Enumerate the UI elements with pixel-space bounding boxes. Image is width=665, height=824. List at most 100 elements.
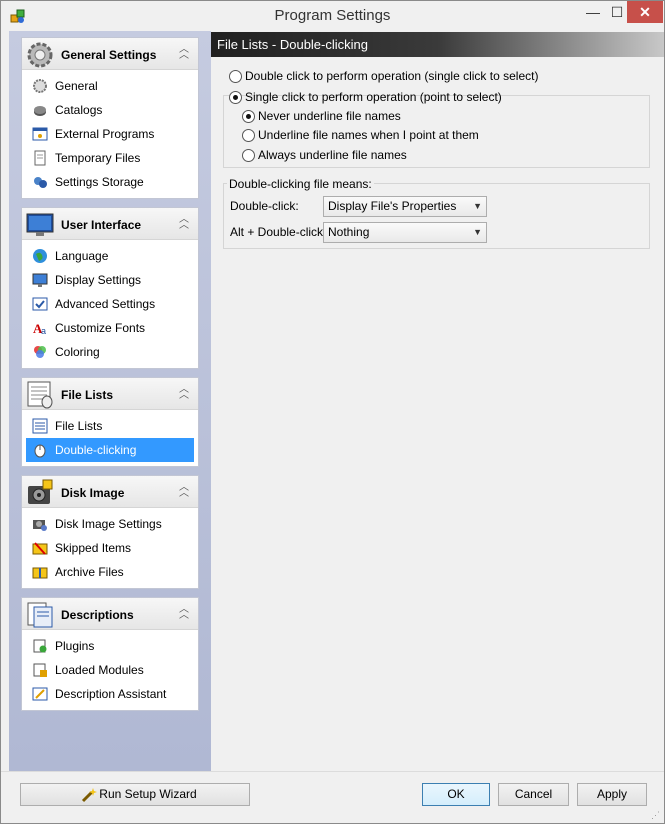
advanced-settings-icon xyxy=(32,297,48,311)
skipped-items-icon xyxy=(32,542,48,555)
settings-storage-icon xyxy=(34,177,47,188)
double-click-select[interactable]: Display File's Properties ▼ xyxy=(323,196,487,217)
svg-text:a: a xyxy=(41,326,46,336)
group-header-general-settings[interactable]: General Settings ︿ ︿ xyxy=(22,38,198,70)
dialog-button-bar: Run Setup Wizard OK Cancel Apply ⋰ xyxy=(1,771,664,823)
sidebar-item-label: Catalogs xyxy=(55,103,103,117)
sidebar: General Settings ︿ ︿ General Catalogs Ext… xyxy=(9,31,211,771)
assistant-icon xyxy=(32,687,48,701)
sidebar-item-label: Double-clicking xyxy=(55,443,137,457)
radio-button[interactable] xyxy=(242,109,255,123)
collapse-icon[interactable]: ︿ ︿ xyxy=(178,483,190,499)
radio-button[interactable] xyxy=(242,128,255,142)
sidebar-item-general[interactable]: General xyxy=(26,74,194,98)
group-title: General Settings xyxy=(61,48,157,62)
disk-image-icon xyxy=(28,479,53,504)
double-click-value: Display File's Properties xyxy=(328,199,457,213)
disk-settings-icon xyxy=(33,520,47,531)
alt-double-click-label: Alt + Double-click: xyxy=(230,225,327,239)
group-file-lists: File Lists ︿ ︿ File Lists Double-clicking xyxy=(21,377,199,467)
group-header-descriptions[interactable]: Descriptions ︿ ︿ xyxy=(22,598,198,630)
sidebar-item-description-assistant[interactable]: Description Assistant xyxy=(26,682,194,706)
group-header-file-lists[interactable]: File Lists ︿ ︿ xyxy=(22,378,198,410)
sidebar-item-plugins[interactable]: Plugins xyxy=(26,634,194,658)
file-list-icon xyxy=(27,381,53,409)
panel-header: File Lists - Double-clicking xyxy=(211,32,664,57)
sidebar-item-label: Archive Files xyxy=(55,565,124,579)
collapse-icon[interactable]: ︿ ︿ xyxy=(178,215,190,231)
wand-icon xyxy=(81,788,97,803)
sidebar-item-label: Skipped Items xyxy=(55,541,132,555)
sidebar-item-temporary-files[interactable]: Temporary Files xyxy=(26,146,194,170)
globe-icon xyxy=(33,249,47,263)
group-title: File Lists xyxy=(61,388,114,402)
radio-underline-on-point[interactable]: Underline file names when I point at the… xyxy=(242,128,479,142)
cancel-button[interactable]: Cancel xyxy=(498,783,569,806)
sidebar-item-customize-fonts[interactable]: Aa Customize Fonts xyxy=(26,316,194,340)
radio-never-underline[interactable]: Never underline file names xyxy=(242,109,401,123)
radio-label: Never underline file names xyxy=(258,109,401,123)
ok-button[interactable]: OK xyxy=(422,783,490,806)
sidebar-item-coloring[interactable]: Coloring xyxy=(26,340,194,364)
sidebar-item-external-programs[interactable]: External Programs xyxy=(26,122,194,146)
minimize-button[interactable]: — xyxy=(579,1,607,23)
sidebar-item-disk-image-settings[interactable]: Disk Image Settings xyxy=(26,512,194,536)
sidebar-item-display-settings[interactable]: Display Settings xyxy=(26,268,194,292)
sidebar-item-label: Temporary Files xyxy=(55,151,141,165)
sidebar-item-file-lists[interactable]: File Lists xyxy=(26,414,194,438)
title-bar: Program Settings — ☐ ✕ xyxy=(1,1,664,31)
radio-button[interactable] xyxy=(229,90,242,104)
sidebar-item-label: Coloring xyxy=(55,345,100,359)
radio-label: Double click to perform operation (singl… xyxy=(245,69,539,83)
run-setup-wizard-button[interactable]: Run Setup Wizard xyxy=(20,783,250,806)
group-header-user-interface[interactable]: User Interface ︿ ︿ xyxy=(22,208,198,240)
sidebar-item-label: Disk Image Settings xyxy=(55,517,162,531)
group-title: Disk Image xyxy=(61,486,125,500)
external-programs-icon xyxy=(32,127,48,141)
group-title: User Interface xyxy=(61,218,142,232)
sidebar-item-label: Advanced Settings xyxy=(55,297,156,311)
sidebar-item-label: Loaded Modules xyxy=(55,663,144,677)
sidebar-item-double-clicking[interactable]: Double-clicking xyxy=(26,438,194,462)
maximize-button[interactable]: ☐ xyxy=(607,1,627,23)
chevron-down-icon: ▼ xyxy=(473,227,482,237)
sidebar-item-settings-storage[interactable]: Settings Storage xyxy=(26,170,194,194)
apply-button[interactable]: Apply xyxy=(577,783,647,806)
fonts-icon: Aa xyxy=(33,321,46,336)
group-general-settings: General Settings ︿ ︿ General Catalogs Ext… xyxy=(21,37,199,199)
display-icon xyxy=(32,273,48,287)
radio-always-underline[interactable]: Always underline file names xyxy=(242,148,407,162)
sidebar-item-catalogs[interactable]: Catalogs xyxy=(26,98,194,122)
radio-button[interactable] xyxy=(242,148,255,162)
sidebar-item-skipped-items[interactable]: Skipped Items xyxy=(26,536,194,560)
radio-label: Underline file names when I point at the… xyxy=(258,128,479,142)
collapse-icon[interactable]: ︿ ︿ xyxy=(178,605,190,621)
group-header-disk-image[interactable]: Disk Image ︿ ︿ xyxy=(22,476,198,508)
descriptions-icon xyxy=(27,602,53,628)
sidebar-item-advanced-settings[interactable]: Advanced Settings xyxy=(26,292,194,316)
resize-grip-icon[interactable]: ⋰ xyxy=(651,810,661,820)
collapse-icon[interactable]: ︿ ︿ xyxy=(178,385,190,401)
temp-files-icon xyxy=(34,150,46,166)
double-click-meaning-legend: Double-clicking file means: xyxy=(227,177,374,191)
alt-double-click-select[interactable]: Nothing ▼ xyxy=(323,222,487,243)
palette-icon xyxy=(34,346,46,358)
sidebar-item-archive-files[interactable]: Archive Files xyxy=(26,560,194,584)
sidebar-item-language[interactable]: Language xyxy=(26,244,194,268)
window-title: Program Settings xyxy=(274,7,391,24)
radio-label: Single click to perform operation (point… xyxy=(245,90,502,104)
radio-double-click[interactable]: Double click to perform operation (singl… xyxy=(229,69,538,83)
sidebar-item-label: File Lists xyxy=(55,419,103,433)
catalog-icon xyxy=(34,106,46,116)
sidebar-item-label: Plugins xyxy=(55,639,95,653)
radio-single-click[interactable]: Single click to perform operation (point… xyxy=(229,90,502,104)
sidebar-item-label: General xyxy=(55,79,98,93)
close-button[interactable]: ✕ xyxy=(627,1,663,23)
settings-panel: File Lists - Double-clicking Double clic… xyxy=(211,31,664,771)
sidebar-item-loaded-modules[interactable]: Loaded Modules xyxy=(26,658,194,682)
collapse-icon[interactable]: ︿ ︿ xyxy=(178,45,190,61)
mouse-icon xyxy=(34,444,46,458)
group-disk-image: Disk Image ︿ ︿ Disk Image Settings Skippe… xyxy=(21,475,199,589)
radio-button[interactable] xyxy=(229,69,242,83)
plugin-icon xyxy=(33,639,47,653)
